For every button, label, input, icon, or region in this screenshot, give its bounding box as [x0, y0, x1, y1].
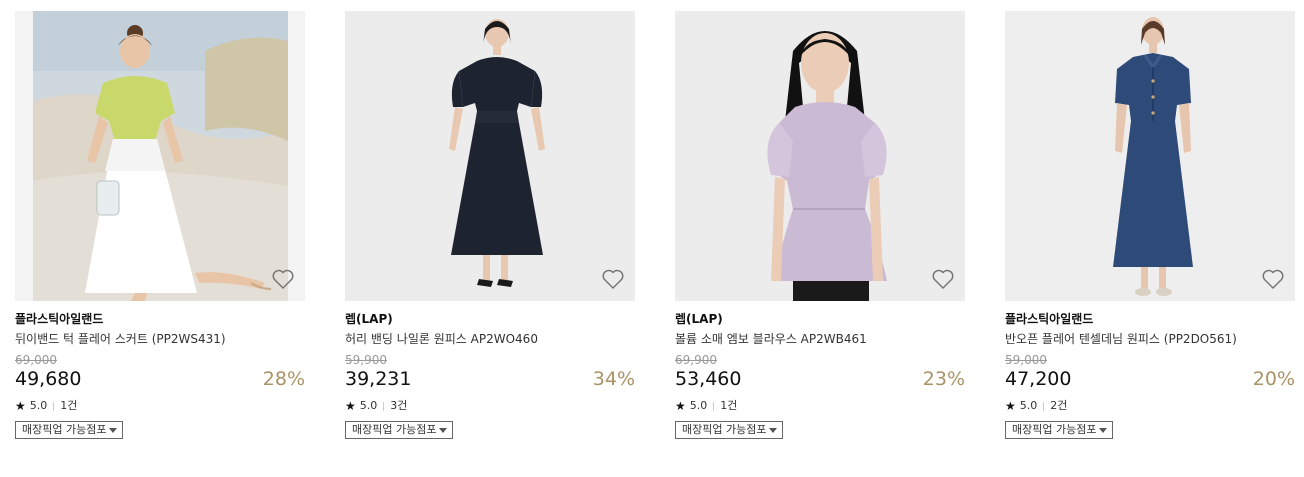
- product-photo-black-dress: [345, 11, 635, 301]
- rating-value: 5.0: [1019, 399, 1038, 412]
- store-pickup-dropdown[interactable]: 매장픽업 가능점포: [15, 421, 124, 439]
- product-name[interactable]: 반오픈 플레어 텐셀데님 원피스 (PP2DO561): [1005, 331, 1295, 347]
- sale-price: 47,200: [1005, 368, 1072, 390]
- review-count[interactable]: 3건: [390, 399, 407, 413]
- heart-outline-icon[interactable]: [1261, 267, 1285, 291]
- price-row: 53,460 23%: [675, 367, 965, 391]
- store-pickup-dropdown[interactable]: 매장픽업 가능점포: [345, 421, 454, 439]
- original-price: 59,000: [1005, 353, 1047, 367]
- product-image[interactable]: [345, 11, 635, 301]
- star-icon: ★: [15, 399, 26, 413]
- sale-price: 39,231: [345, 368, 412, 390]
- product-image[interactable]: [15, 11, 305, 301]
- review-count[interactable]: 1건: [720, 399, 737, 413]
- price-row: 49,680 28%: [15, 367, 305, 391]
- rating-value: 5.0: [359, 399, 378, 412]
- store-pickup-dropdown[interactable]: 매장픽업 가능점포: [1005, 421, 1114, 439]
- rating-row: ★ 5.0 3건: [345, 399, 635, 413]
- divider: [1043, 401, 1045, 411]
- price-row: 39,231 34%: [345, 367, 635, 391]
- product-photo-lilac-blouse: [675, 11, 965, 301]
- caret-down-icon: [1099, 427, 1108, 433]
- brand-name[interactable]: 렙(LAP): [675, 311, 965, 327]
- rating-value: 5.0: [29, 399, 48, 412]
- star-icon: ★: [1005, 399, 1016, 413]
- heart-outline-icon[interactable]: [271, 267, 295, 291]
- store-pickup-dropdown[interactable]: 매장픽업 가능점포: [675, 421, 784, 439]
- product-photo-skirt: [15, 11, 305, 301]
- review-count[interactable]: 1건: [60, 399, 77, 413]
- store-pickup-label: 매장픽업 가능점포: [1012, 423, 1097, 436]
- caret-down-icon: [769, 427, 778, 433]
- original-price: 59,900: [345, 353, 387, 367]
- brand-name[interactable]: 플라스틱아일랜드: [15, 311, 305, 327]
- review-count[interactable]: 2건: [1050, 399, 1067, 413]
- discount-rate: 23%: [922, 368, 965, 390]
- discount-rate: 20%: [1252, 368, 1295, 390]
- store-pickup-label: 매장픽업 가능점포: [682, 423, 767, 436]
- rating-row: ★ 5.0 2건: [1005, 399, 1295, 413]
- rating-value: 5.0: [689, 399, 708, 412]
- divider: [713, 401, 715, 411]
- product-name[interactable]: 허리 밴딩 나일론 원피스 AP2WO460: [345, 331, 635, 347]
- caret-down-icon: [109, 427, 118, 433]
- store-pickup-label: 매장픽업 가능점포: [352, 423, 437, 436]
- product-card[interactable]: 렙(LAP) 볼륨 소매 엠보 블라우스 AP2WB461 69,900 53,…: [675, 11, 965, 439]
- product-card[interactable]: 렙(LAP) 허리 밴딩 나일론 원피스 AP2WO460 59,900 39,…: [345, 11, 635, 439]
- star-icon: ★: [675, 399, 686, 413]
- product-photo-denim-dress: [1005, 11, 1295, 301]
- rating-row: ★ 5.0 1건: [675, 399, 965, 413]
- product-grid: 플라스틱아일랜드 뒤이밴드 턱 플레어 스커트 (PP2WS431) 69,00…: [0, 0, 1304, 477]
- discount-rate: 34%: [592, 368, 635, 390]
- brand-name[interactable]: 렙(LAP): [345, 311, 635, 327]
- original-price: 69,000: [15, 353, 57, 367]
- product-image[interactable]: [1005, 11, 1295, 301]
- divider: [383, 401, 385, 411]
- product-card[interactable]: 플라스틱아일랜드 반오픈 플레어 텐셀데님 원피스 (PP2DO561) 59,…: [1005, 11, 1295, 439]
- product-card[interactable]: 플라스틱아일랜드 뒤이밴드 턱 플레어 스커트 (PP2WS431) 69,00…: [15, 11, 305, 439]
- sale-price: 53,460: [675, 368, 742, 390]
- store-pickup-label: 매장픽업 가능점포: [22, 423, 107, 436]
- divider: [53, 401, 55, 411]
- price-row: 47,200 20%: [1005, 367, 1295, 391]
- heart-outline-icon[interactable]: [601, 267, 625, 291]
- product-name[interactable]: 뒤이밴드 턱 플레어 스커트 (PP2WS431): [15, 331, 305, 347]
- rating-row: ★ 5.0 1건: [15, 399, 305, 413]
- original-price: 69,900: [675, 353, 717, 367]
- heart-outline-icon[interactable]: [931, 267, 955, 291]
- sale-price: 49,680: [15, 368, 82, 390]
- caret-down-icon: [439, 427, 448, 433]
- product-image[interactable]: [675, 11, 965, 301]
- product-name[interactable]: 볼륨 소매 엠보 블라우스 AP2WB461: [675, 331, 965, 347]
- brand-name[interactable]: 플라스틱아일랜드: [1005, 311, 1295, 327]
- discount-rate: 28%: [262, 368, 305, 390]
- star-icon: ★: [345, 399, 356, 413]
